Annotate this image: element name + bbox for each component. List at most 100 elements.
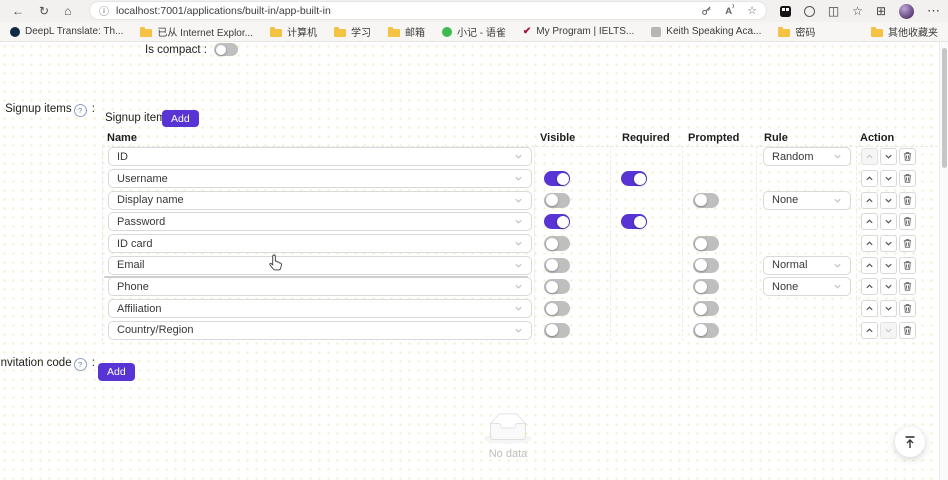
name-select[interactable]: Username [108,169,532,188]
required-toggle[interactable] [621,171,647,186]
browser-essentials-icon[interactable] [804,6,815,17]
move-down-button[interactable] [880,257,897,274]
rule-select[interactable]: Normal [763,256,851,275]
delete-button[interactable] [899,257,916,274]
name-select[interactable]: Phone [108,277,532,296]
bookmark-item[interactable]: 已从 Internet Explor... [140,24,253,39]
move-up-button[interactable] [861,257,878,274]
move-up-button[interactable] [861,322,878,339]
delete-button[interactable] [899,278,916,295]
visible-toggle[interactable] [544,193,570,208]
prompted-toggle[interactable] [693,258,719,273]
extension-icon[interactable] [780,6,791,17]
home-icon[interactable]: ⌂ [64,5,71,17]
scrollbar-thumb[interactable] [942,48,947,168]
signup-items-add-button[interactable]: Add [162,110,199,127]
site-info-icon[interactable]: ⓘ [99,3,109,18]
prompted-toggle[interactable] [693,193,719,208]
delete-button[interactable] [899,322,916,339]
move-up-button[interactable] [861,278,878,295]
favorites-bar-icon[interactable]: ☆ [852,5,863,17]
bookmark-item[interactable]: Keith Speaking Aca... [651,26,761,37]
rule-select[interactable]: None [763,191,851,210]
delete-button[interactable] [899,170,916,187]
move-up-button[interactable] [861,170,878,187]
refresh-icon[interactable]: ↻ [39,5,49,17]
is-compact-toggle[interactable] [214,43,238,56]
move-up-button[interactable] [861,192,878,209]
page-content: Is compact : Signup items? : Signup item… [0,42,948,480]
name-select[interactable]: Password [108,212,532,231]
chevron-down-icon [833,282,842,291]
bookmark-item[interactable]: 学习 [334,24,371,39]
drag-indicator-line [104,276,528,278]
is-compact-label: Is compact : [145,44,207,56]
chevron-down-icon [833,261,842,270]
name-select[interactable]: ID [108,147,532,166]
visible-toggle[interactable] [544,171,570,186]
visible-toggle[interactable] [544,214,570,229]
profile-avatar[interactable] [899,4,914,19]
name-select[interactable]: ID card [108,234,532,253]
prompted-toggle[interactable] [693,279,719,294]
table-row: Display name None [103,189,939,211]
move-down-button[interactable] [880,278,897,295]
rule-select[interactable]: None [763,277,851,296]
folder-icon [334,29,346,37]
visible-toggle[interactable] [544,236,570,251]
back-to-top-button[interactable] [895,427,925,457]
prompted-toggle[interactable] [693,236,719,251]
delete-button[interactable] [899,300,916,317]
help-icon[interactable]: ? [74,358,87,371]
move-down-button[interactable] [880,192,897,209]
url-text[interactable]: localhost:7001/applications/built-in/app… [116,5,701,17]
bookmark-item[interactable]: 小记 - 语雀 [442,24,506,39]
move-down-button[interactable] [880,170,897,187]
bookmark-item[interactable]: ✔ My Program | IELTS... [523,26,634,37]
back-icon[interactable]: ← [12,5,24,17]
split-screen-icon[interactable]: ◫ [828,5,839,17]
move-down-button[interactable] [880,148,897,165]
delete-button[interactable] [899,148,916,165]
visible-toggle[interactable] [544,258,570,273]
visible-toggle[interactable] [544,301,570,316]
visible-toggle[interactable] [544,323,570,338]
column-header-prompted: Prompted [682,129,756,146]
bookmark-item[interactable]: 计算机 [270,24,317,39]
address-bar[interactable]: ⓘ localhost:7001/applications/built-in/a… [90,2,766,19]
name-select[interactable]: Email [108,256,532,275]
more-menu-icon[interactable]: ⋯ [927,3,940,19]
bookmark-item[interactable]: DeepL Translate: Th... [10,26,123,37]
move-down-button[interactable] [880,300,897,317]
folder-icon [140,29,152,37]
bookmark-item[interactable]: 密码 [778,24,815,39]
signup-items-field-label: Signup items? : [0,103,95,117]
favorite-star-icon[interactable]: ☆ [747,4,757,17]
password-key-icon[interactable] [701,5,712,16]
move-up-button[interactable] [861,300,878,317]
move-up-button[interactable] [861,213,878,230]
visible-toggle[interactable] [544,279,570,294]
prompted-toggle[interactable] [693,323,719,338]
move-down-button[interactable] [880,213,897,230]
read-aloud-icon[interactable]: A [725,3,734,17]
other-favorites[interactable]: 其他收藏夹 [871,24,938,39]
name-select[interactable]: Country/Region [108,321,532,340]
prompted-toggle[interactable] [693,301,719,316]
move-down-button[interactable] [880,235,897,252]
delete-button[interactable] [899,213,916,230]
name-select[interactable]: Affiliation [108,299,532,318]
move-up-button [861,148,878,165]
move-up-button[interactable] [861,235,878,252]
rule-select[interactable]: Random [763,147,851,166]
chevron-down-icon [514,196,523,205]
help-icon[interactable]: ? [74,104,87,117]
delete-button[interactable] [899,192,916,209]
bookmark-item[interactable]: 邮箱 [388,24,425,39]
invitation-code-add-button[interactable]: Add [98,363,135,381]
delete-button[interactable] [899,235,916,252]
collections-icon[interactable]: ⊞ [876,5,886,17]
table-row: Password [103,211,939,233]
name-select[interactable]: Display name [108,191,532,210]
required-toggle[interactable] [621,214,647,229]
